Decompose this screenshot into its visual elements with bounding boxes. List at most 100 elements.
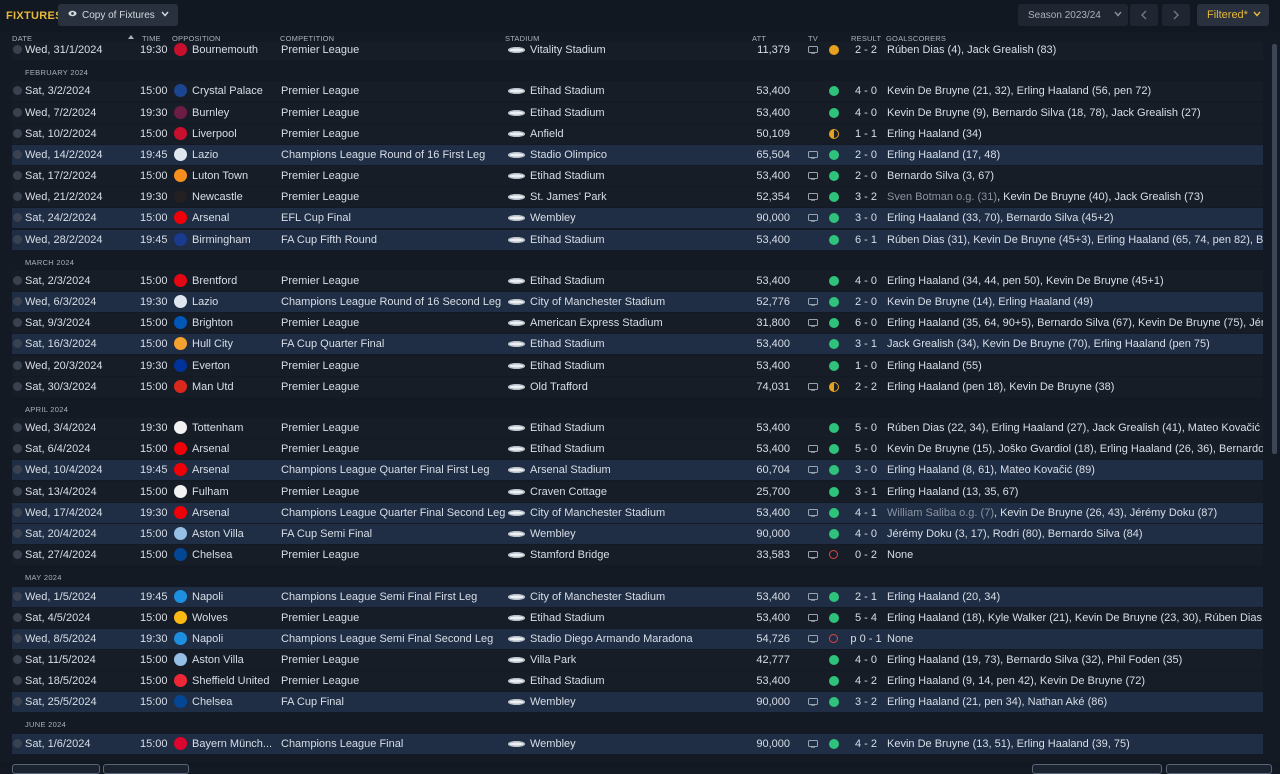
fixture-score[interactable]: 3 - 0	[848, 464, 884, 476]
fixture-score[interactable]: 1 - 0	[848, 360, 884, 372]
fixture-score[interactable]: 3 - 2	[848, 696, 884, 708]
fixture-stadium[interactable]: Wembley	[530, 528, 740, 540]
fixture-competition[interactable]: Premier League	[281, 44, 506, 56]
fixture-opposition[interactable]: Wolves	[192, 612, 282, 624]
fixture-opposition[interactable]: Chelsea	[192, 696, 282, 708]
fixture-competition[interactable]: Premier League	[281, 381, 506, 393]
fixture-competition[interactable]: Premier League	[281, 170, 506, 182]
fixture-row[interactable]: Sat, 3/2/2024 15:00 Crystal Palace Premier …	[12, 81, 1263, 102]
fixture-stadium[interactable]: Craven Cottage	[530, 486, 740, 498]
fixture-row[interactable]: Wed, 17/4/2024 19:30 Arsenal Champions Leag…	[12, 502, 1263, 523]
fixture-competition[interactable]: Premier League	[281, 191, 506, 203]
fixture-competition[interactable]: Champions League Semi Final Second Leg	[281, 633, 506, 645]
fixture-score[interactable]: 6 - 1	[848, 234, 884, 246]
fixture-score[interactable]: 4 - 0	[848, 275, 884, 287]
fixture-opposition[interactable]: Lazio	[192, 149, 282, 161]
fixture-opposition[interactable]: Aston Villa	[192, 528, 282, 540]
fixture-stadium[interactable]: Stamford Bridge	[530, 549, 740, 561]
fixture-score[interactable]: 3 - 2	[848, 191, 884, 203]
fixture-opposition[interactable]: Brighton	[192, 317, 282, 329]
fixture-competition[interactable]: Premier League	[281, 612, 506, 624]
fixture-opposition[interactable]: Arsenal	[192, 464, 282, 476]
fixture-row[interactable]: Wed, 7/2/2024 19:30 Burnley Premier League E…	[12, 102, 1263, 123]
bottom-action-button-4[interactable]	[1166, 764, 1272, 774]
fixture-score[interactable]: 2 - 2	[848, 381, 884, 393]
fixture-score[interactable]: 3 - 1	[848, 486, 884, 498]
fixture-competition[interactable]: Premier League	[281, 275, 506, 287]
fixture-score[interactable]: 2 - 0	[848, 296, 884, 308]
fixture-opposition[interactable]: Fulham	[192, 486, 282, 498]
fixture-competition[interactable]: Champions League Semi Final First Leg	[281, 591, 506, 603]
fixture-competition[interactable]: Premier League	[281, 317, 506, 329]
fixture-score[interactable]: 3 - 0	[848, 212, 884, 224]
fixture-row[interactable]: Wed, 8/5/2024 19:30 Napoli Champions League…	[12, 628, 1263, 649]
fixture-competition[interactable]: Premier League	[281, 128, 506, 140]
fixture-competition[interactable]: Champions League Round of 16 Second Leg	[281, 296, 506, 308]
fixture-competition[interactable]: Premier League	[281, 549, 506, 561]
fixture-score[interactable]: 5 - 4	[848, 612, 884, 624]
fixture-competition[interactable]: Premier League	[281, 654, 506, 666]
fixture-opposition[interactable]: Man Utd	[192, 381, 282, 393]
fixture-score[interactable]: 4 - 2	[848, 738, 884, 750]
fixture-stadium[interactable]: Old Trafford	[530, 381, 740, 393]
fixture-score[interactable]: 6 - 0	[848, 317, 884, 329]
fixture-row[interactable]: Wed, 31/1/2024 19:30 Bournemouth Premier Le…	[12, 42, 1263, 60]
fixture-row[interactable]: Wed, 3/4/2024 19:30 Tottenham Premier Leagu…	[12, 418, 1263, 439]
fixture-stadium[interactable]: Etihad Stadium	[530, 360, 740, 372]
fixture-opposition[interactable]: Everton	[192, 360, 282, 372]
fixture-stadium[interactable]: City of Manchester Stadium	[530, 296, 740, 308]
fixture-stadium[interactable]: Etihad Stadium	[530, 612, 740, 624]
fixture-row[interactable]: Sat, 25/5/2024 15:00 Chelsea FA Cup Final We…	[12, 692, 1263, 713]
fixture-stadium[interactable]: Etihad Stadium	[530, 675, 740, 687]
fixture-competition[interactable]: Champions League Quarter Final First Leg	[281, 464, 506, 476]
fixture-stadium[interactable]: Wembley	[530, 696, 740, 708]
fixture-competition[interactable]: Premier League	[281, 675, 506, 687]
fixture-score[interactable]: 3 - 1	[848, 338, 884, 350]
fixture-opposition[interactable]: Bournemouth	[192, 44, 282, 56]
fixture-opposition[interactable]: Napoli	[192, 633, 282, 645]
fixture-opposition[interactable]: Luton Town	[192, 170, 282, 182]
fixture-row[interactable]: Sat, 9/3/2024 15:00 Brighton Premier League…	[12, 313, 1263, 334]
fixture-competition[interactable]: Premier League	[281, 107, 506, 119]
fixture-opposition[interactable]: Arsenal	[192, 443, 282, 455]
vertical-scrollbar[interactable]	[1272, 44, 1277, 454]
fixture-score[interactable]: 2 - 0	[848, 149, 884, 161]
view-selector-dropdown[interactable]: Copy of Fixtures	[58, 4, 178, 26]
fixture-row[interactable]: Wed, 1/5/2024 19:45 Napoli Champions League…	[12, 586, 1263, 607]
fixture-stadium[interactable]: Villa Park	[530, 654, 740, 666]
fixture-opposition[interactable]: Hull City	[192, 338, 282, 350]
fixture-score[interactable]: 0 - 2	[848, 549, 884, 561]
next-season-button[interactable]	[1162, 4, 1190, 26]
fixture-stadium[interactable]: American Express Stadium	[530, 317, 740, 329]
fixture-score[interactable]: 5 - 0	[848, 443, 884, 455]
fixture-competition[interactable]: Premier League	[281, 422, 506, 434]
fixture-row[interactable]: Sat, 11/5/2024 15:00 Aston Villa Premier Le…	[12, 649, 1263, 670]
fixture-opposition[interactable]: Arsenal	[192, 212, 282, 224]
fixture-competition[interactable]: FA Cup Fifth Round	[281, 234, 506, 246]
previous-season-button[interactable]	[1130, 4, 1158, 26]
fixture-row[interactable]: Wed, 21/2/2024 19:30 Newcastle Premier Leag…	[12, 187, 1263, 208]
fixture-row[interactable]: Wed, 10/4/2024 19:45 Arsenal Champions Leag…	[12, 460, 1263, 481]
fixture-stadium[interactable]: Etihad Stadium	[530, 422, 740, 434]
bottom-action-button-2[interactable]	[103, 764, 189, 774]
fixture-opposition[interactable]: Aston Villa	[192, 654, 282, 666]
fixture-opposition[interactable]: Sheffield United	[192, 675, 282, 687]
fixture-opposition[interactable]: Burnley	[192, 107, 282, 119]
fixture-opposition[interactable]: Crystal Palace	[192, 85, 282, 97]
fixture-row[interactable]: Wed, 20/3/2024 19:30 Everton Premier League…	[12, 355, 1263, 376]
fixture-opposition[interactable]: Brentford	[192, 275, 282, 287]
fixture-opposition[interactable]: Lazio	[192, 296, 282, 308]
fixture-competition[interactable]: FA Cup Quarter Final	[281, 338, 506, 350]
bottom-action-button-3[interactable]	[1032, 764, 1162, 774]
fixture-score[interactable]: 5 - 0	[848, 422, 884, 434]
fixture-score[interactable]: 2 - 1	[848, 591, 884, 603]
filter-dropdown[interactable]: Filtered*	[1197, 4, 1269, 26]
fixture-stadium[interactable]: Arsenal Stadium	[530, 464, 740, 476]
fixture-competition[interactable]: FA Cup Final	[281, 696, 506, 708]
fixture-opposition[interactable]: Newcastle	[192, 191, 282, 203]
fixture-stadium[interactable]: St. James' Park	[530, 191, 740, 203]
fixture-row[interactable]: Wed, 14/2/2024 19:45 Lazio Champions League…	[12, 144, 1263, 165]
fixture-row[interactable]: Sat, 10/2/2024 15:00 Liverpool Premier Leag…	[12, 123, 1263, 144]
fixture-competition[interactable]: Premier League	[281, 486, 506, 498]
fixture-score[interactable]: 1 - 1	[848, 128, 884, 140]
